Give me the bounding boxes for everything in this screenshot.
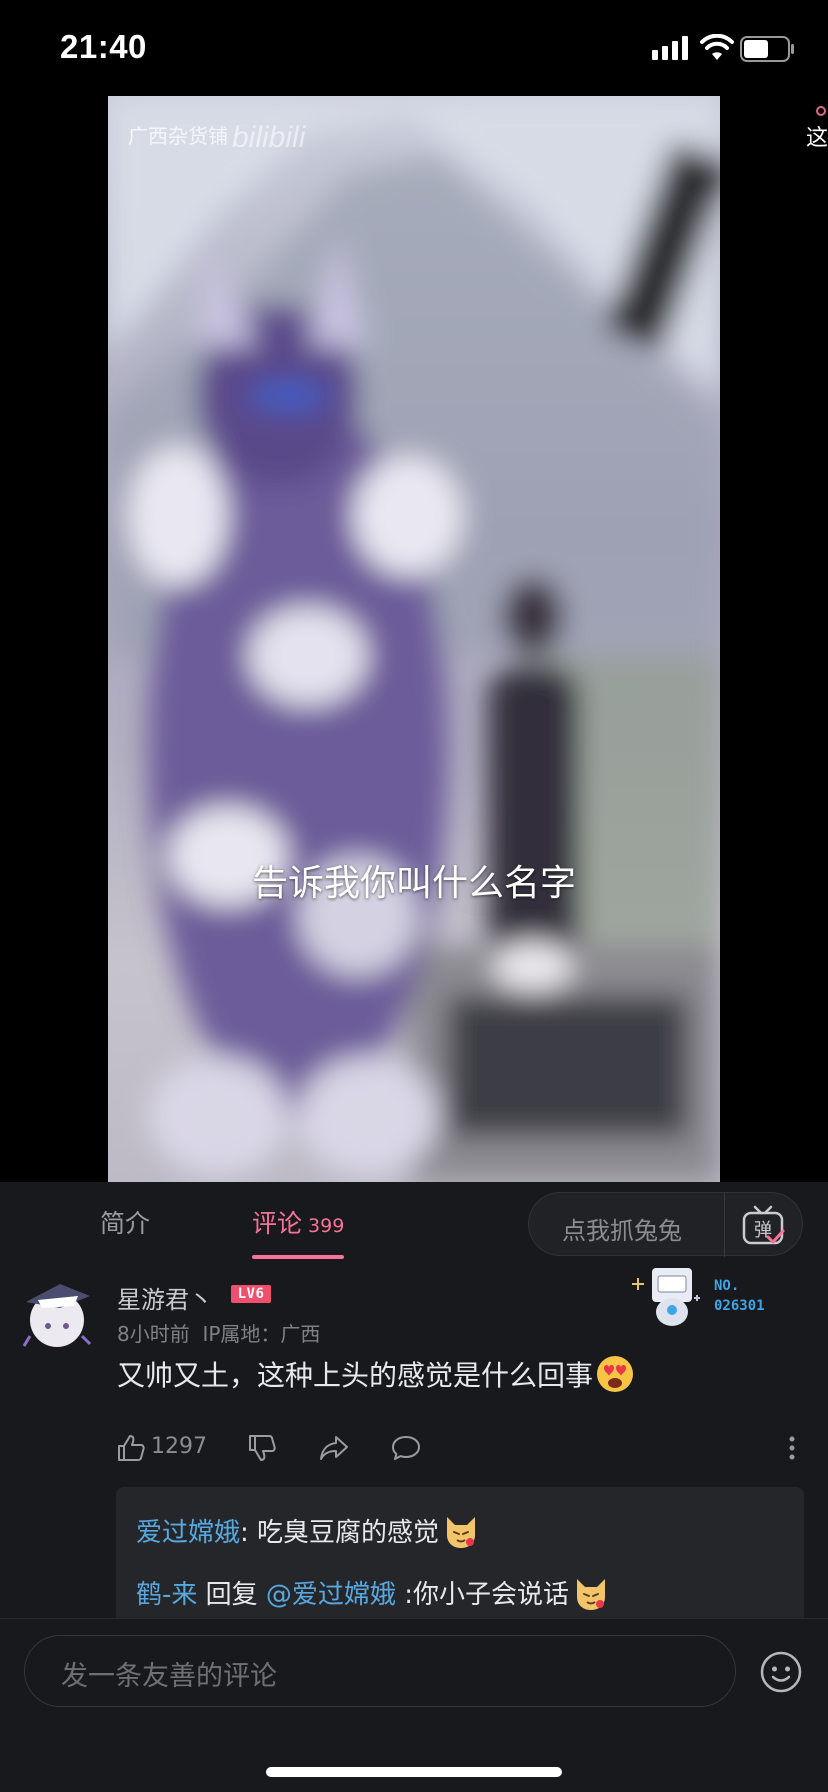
reply-mention[interactable]: @爱过嫦娥 [266,1580,396,1610]
cellular-signal-icon [652,36,688,60]
home-indicator [266,1767,562,1777]
danmaku-divider [724,1193,725,1257]
status-bar: 21:40 [0,0,828,96]
like-count: 1297 [151,1434,207,1459]
next-video-peek[interactable]: 这 [806,120,828,152]
danmaku-bar: 点我抓兔兔 弹 [528,1192,803,1257]
tab-bar: 简介 评论 399 点我抓兔兔 弹 [0,1182,828,1262]
reply-icon[interactable] [390,1432,422,1464]
status-time: 21:40 [60,28,147,65]
comment-actions: 1297 [0,1422,828,1470]
danmaku-input[interactable]: 点我抓兔兔 [562,1211,682,1246]
comment-count: 399 [308,1215,345,1237]
emoji-picker-icon[interactable] [760,1651,802,1693]
level-badge: LV6 [231,1285,271,1303]
video-watermark: 广西杂货铺 bilibili [128,121,306,154]
comment-input[interactable]: 发一条友善的评论 [24,1635,736,1707]
ip-location: IP属地：广西 [202,1322,321,1346]
reply-item: 鹤-来 回复 @爱过嫦娥 :你小子会说话 [136,1573,611,1613]
side-indicator-dot [816,106,826,116]
comment-input-placeholder: 发一条友善的评论 [61,1661,277,1692]
battery-icon [740,36,794,62]
comment-time: 8小时前 [117,1322,190,1346]
cat-emoji-icon [576,1579,605,1610]
reply-username[interactable]: 鹤-来 [136,1580,197,1610]
danmaku-toggle-icon[interactable]: 弹 [741,1205,785,1247]
bilibili-logo: bilibili [232,121,306,154]
active-tab-indicator [252,1255,344,1259]
replies-preview[interactable]: 爱过嫦娥: 吃臭豆腐的感觉 鹤-来 回复 @爱过嫦娥 :你小子会说话 [116,1487,804,1627]
heart-eyes-emoji-icon [597,1356,634,1392]
dislike-icon[interactable] [246,1432,278,1464]
video-scene [108,96,720,1182]
video-frame[interactable]: 广西杂货铺 bilibili 告诉我你叫什么名字 [108,96,720,1182]
more-options-icon[interactable] [780,1434,804,1462]
comment-text: 又帅又土，这种上头的感觉是什么回事 [117,1354,635,1394]
tab-intro[interactable]: 简介 [100,1204,150,1240]
wifi-icon [700,34,734,60]
comment-input-bar: 发一条友善的评论 [0,1618,828,1792]
reply-item: 爱过嫦娥: 吃臭豆腐的感觉 [136,1511,481,1551]
comment-username[interactable]: 星游君丶 [117,1280,213,1315]
video-player[interactable]: 广西杂货铺 bilibili 告诉我你叫什么名字 这 [0,96,828,1182]
tab-comments[interactable]: 评论 399 [252,1204,344,1240]
video-subtitle: 告诉我你叫什么名字 [251,863,576,904]
fan-card-number: NO. 026301 [714,1278,765,1314]
comment-meta: 8小时前 IP属地：广西 [117,1318,320,1347]
share-icon[interactable] [318,1432,350,1464]
cat-emoji-icon [447,1517,476,1548]
user-avatar[interactable] [20,1278,94,1352]
tab-comments-label: 评论 [252,1209,303,1238]
like-icon[interactable] [115,1432,147,1464]
reply-username[interactable]: 爱过嫦娥 [136,1518,240,1548]
